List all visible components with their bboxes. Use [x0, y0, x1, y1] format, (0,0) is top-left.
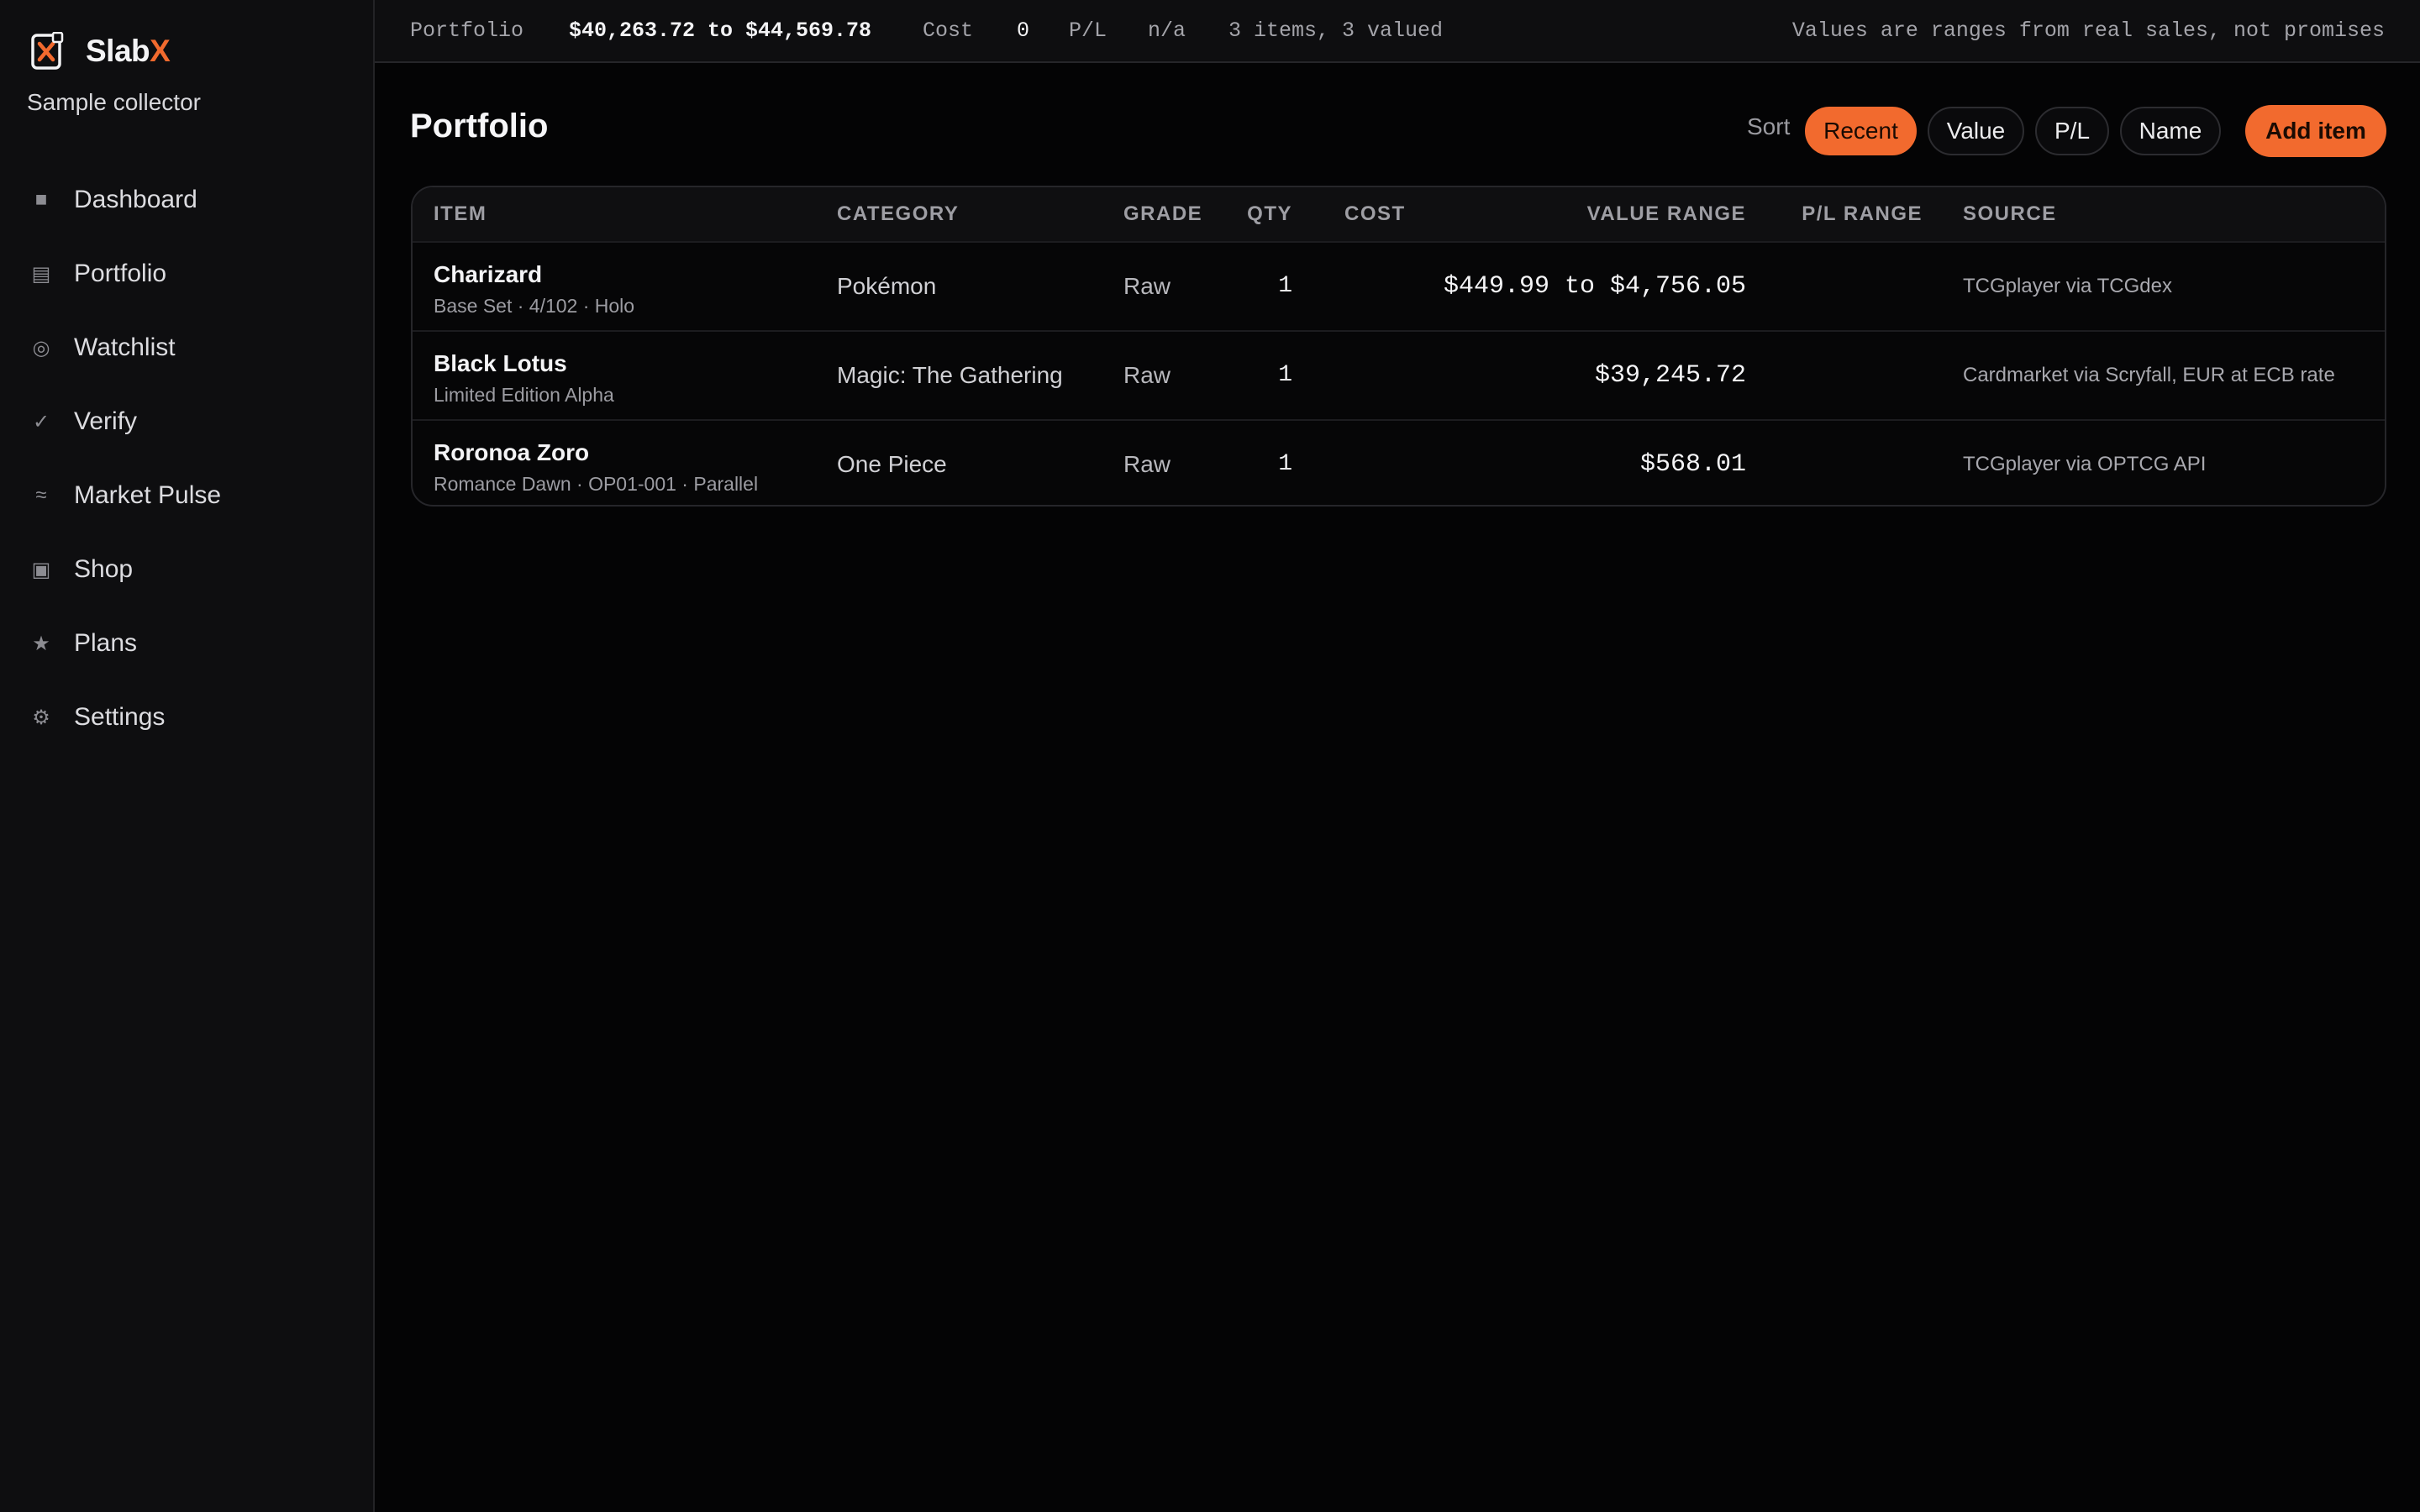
portfolio-table: ITEM CATEGORY GRADE QTY COST VALUE RANGE… [411, 186, 2386, 507]
item-name[interactable]: Charizard [434, 261, 542, 288]
portfolio-summary-bar: Portfolio $40,263.72 to $44,569.78 Cost … [375, 0, 2420, 63]
sidebar-item-verify[interactable]: ✓ Verify [0, 385, 375, 459]
page-title: Portfolio [410, 108, 549, 144]
item-grade: Raw [1123, 451, 1171, 477]
table-row[interactable]: Black Lotus Limited Edition Alpha Magic:… [413, 330, 2385, 419]
summary-items-count: 3 items, 3 valued [1228, 18, 1444, 43]
summary-cost-label: Cost [923, 18, 974, 43]
table-row[interactable]: Charizard Base Set · 4/102 · Holo Pokémo… [413, 241, 2385, 330]
sort-label: Sort [1747, 113, 1791, 139]
sort-recent-button[interactable]: Recent [1805, 107, 1917, 155]
summary-portfolio-value: $40,263.72 to $44,569.78 [569, 18, 872, 43]
portfolio-icon: ▤ [31, 262, 51, 286]
summary-pl-label: P/L [1069, 18, 1107, 43]
sidebar-item-label: Market Pulse [74, 481, 222, 509]
brand-name-accent: X [150, 34, 171, 68]
column-header-value-range[interactable]: VALUE RANGE [1587, 187, 1746, 241]
column-header-source[interactable]: SOURCE [1963, 187, 2057, 241]
item-qty: 1 [1278, 362, 1292, 388]
sidebar-item-shop[interactable]: ▣ Shop [0, 533, 375, 606]
brand-name-main: Slab [86, 34, 150, 68]
item-category: One Piece [837, 451, 947, 477]
item-name[interactable]: Black Lotus [434, 350, 567, 377]
sidebar-item-label: Shop [74, 555, 134, 583]
sidebar-item-watchlist[interactable]: ◎ Watchlist [0, 311, 375, 385]
slabx-logo-icon [31, 32, 64, 70]
sidebar-item-label: Portfolio [74, 260, 167, 287]
sidebar-item-label: Dashboard [74, 186, 197, 213]
dashboard-icon: ■ [34, 188, 48, 211]
item-source: TCGplayer via TCGdex [1963, 275, 2172, 297]
sidebar-item-dashboard[interactable]: ■ Dashboard [0, 163, 375, 237]
item-source: TCGplayer via OPTCG API [1963, 453, 2207, 475]
item-grade: Raw [1123, 273, 1171, 299]
item-name[interactable]: Roronoa Zoro [434, 439, 589, 466]
sort-pl-button[interactable]: P/L [2035, 107, 2109, 155]
item-qty: 1 [1278, 273, 1292, 299]
item-value-range: $568.01 [1639, 450, 1746, 479]
summary-cost-value: 0 [1017, 18, 1030, 43]
item-grade: Raw [1123, 362, 1171, 388]
watchlist-icon: ◎ [32, 336, 50, 360]
column-header-cost[interactable]: COST [1344, 187, 1406, 241]
column-header-pl-range[interactable]: P/L RANGE [1802, 187, 1923, 241]
brand-name: SlabX [86, 34, 171, 69]
item-detail: Limited Edition Alpha [434, 384, 614, 406]
column-header-grade[interactable]: GRADE [1123, 187, 1202, 241]
summary-disclaimer: Values are ranges from real sales, not p… [1791, 18, 2385, 43]
column-header-item[interactable]: ITEM [434, 187, 487, 241]
item-category: Magic: The Gathering [837, 362, 1063, 388]
item-category: Pokémon [837, 273, 937, 299]
sidebar-item-settings[interactable]: ⚙ Settings [0, 680, 375, 754]
sidebar-item-label: Plans [74, 629, 138, 657]
sidebar-item-portfolio[interactable]: ▤ Portfolio [0, 237, 375, 311]
sort-value-button[interactable]: Value [1928, 107, 2024, 155]
sidebar-item-label: Settings [74, 703, 166, 731]
sidebar-item-label: Watchlist [74, 333, 176, 361]
brand[interactable]: SlabX [30, 32, 171, 71]
gear-icon: ⚙ [32, 706, 50, 729]
item-value-range: $449.99 to $4,756.05 [1443, 272, 1746, 301]
shop-icon: ▣ [31, 558, 51, 581]
sidebar-nav: ■ Dashboard ▤ Portfolio ◎ Watchlist ✓ Ve… [0, 163, 375, 754]
sidebar: SlabX Sample collector ■ Dashboard ▤ Por… [0, 0, 375, 1512]
column-header-qty[interactable]: QTY [1247, 187, 1292, 241]
table-row[interactable]: Roronoa Zoro Romance Dawn · OP01-001 · P… [413, 419, 2385, 505]
profile-name[interactable]: Sample collector [27, 89, 201, 116]
app-root: SlabX Sample collector ■ Dashboard ▤ Por… [0, 0, 2420, 1512]
pulse-icon: ≈ [35, 484, 47, 507]
sort-name-button[interactable]: Name [2120, 107, 2221, 155]
star-icon: ★ [32, 632, 50, 655]
summary-portfolio-label: Portfolio [410, 18, 524, 43]
sidebar-item-plans[interactable]: ★ Plans [0, 606, 375, 680]
item-source: Cardmarket via Scryfall, EUR at ECB rate [1963, 364, 2335, 386]
item-qty: 1 [1278, 451, 1292, 477]
column-header-category[interactable]: CATEGORY [837, 187, 959, 241]
check-icon: ✓ [32, 410, 50, 433]
sidebar-item-market-pulse[interactable]: ≈ Market Pulse [0, 459, 375, 533]
item-value-range: $39,245.72 [1594, 361, 1746, 390]
item-detail: Base Set · 4/102 · Holo [434, 295, 635, 317]
table-header: ITEM CATEGORY GRADE QTY COST VALUE RANGE… [413, 187, 2385, 241]
sidebar-item-label: Verify [74, 407, 138, 435]
add-item-button[interactable]: Add item [2245, 105, 2386, 157]
item-detail: Romance Dawn · OP01-001 · Parallel [434, 473, 759, 495]
summary-pl-value: n/a [1148, 18, 1186, 43]
